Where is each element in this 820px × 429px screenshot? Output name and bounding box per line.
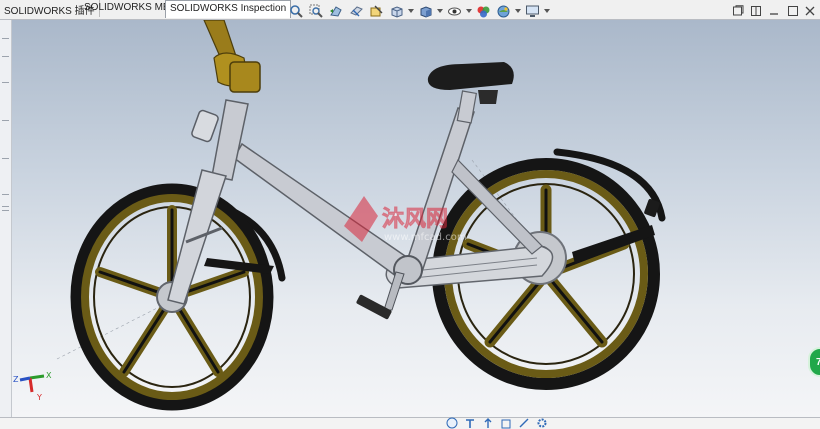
hide-show-dropdown[interactable]	[465, 3, 473, 20]
seat-post	[456, 90, 478, 124]
graphics-area[interactable]: 沐风网 www.mfcad.com	[12, 20, 820, 417]
dynamic-annotation-icon[interactable]	[367, 3, 386, 20]
head-tube	[211, 99, 249, 181]
assistant-badge[interactable]: 7	[808, 347, 820, 377]
stem-clamp-bolt	[229, 61, 261, 93]
display-style-icon[interactable]	[416, 3, 435, 20]
previous-view-icon[interactable]	[327, 3, 346, 20]
hand-icon[interactable]	[464, 417, 476, 429]
gear-icon[interactable]	[536, 417, 548, 429]
bicycle-model-view[interactable]: 沐风网 www.mfcad.com	[12, 20, 820, 417]
watermark-url: www.mfcad.com	[384, 232, 467, 243]
apply-scene-dropdown[interactable]	[514, 3, 522, 20]
minimize-icon[interactable]	[766, 3, 781, 18]
apply-scene-icon[interactable]	[494, 3, 513, 20]
reference-triad: Z Y X	[10, 358, 60, 406]
front-lamp	[191, 109, 219, 143]
maximize-icon[interactable]	[785, 3, 800, 18]
display-style-dropdown[interactable]	[436, 3, 444, 20]
restore-window-icon[interactable]	[730, 3, 745, 18]
zoom-to-fit-icon[interactable]	[287, 3, 306, 20]
triad-z-label: Z	[13, 375, 19, 384]
saddle	[427, 62, 514, 90]
splitter-grip-icon	[2, 206, 9, 207]
heads-up-view-toolbar	[287, 2, 551, 20]
triad-y-label: Y	[36, 393, 42, 402]
bottom-status-bar	[0, 417, 820, 429]
close-icon[interactable]	[802, 3, 817, 18]
view-orientation-icon[interactable]	[387, 3, 406, 20]
hide-show-icon[interactable]	[445, 3, 464, 20]
annotation-icon[interactable]	[518, 417, 530, 429]
triad-x-label: X	[46, 371, 52, 380]
assistant-badge-label: 7	[816, 356, 820, 368]
bottom-toolbar	[446, 417, 548, 429]
watermark-title: 沐风网	[382, 207, 448, 232]
section-view-icon[interactable]	[347, 3, 366, 20]
rotate-icon[interactable]	[482, 417, 494, 429]
sketch-icon[interactable]	[500, 417, 512, 429]
edit-appearance-icon[interactable]	[474, 3, 493, 20]
zoom-area-icon[interactable]	[307, 3, 326, 20]
tile-window-icon[interactable]	[748, 3, 763, 18]
command-manager-tab-bar: SOLIDWORKS 插件 SOLIDWORKS MBD SOLIDWORKS …	[0, 0, 820, 20]
model-view-icon[interactable]	[446, 417, 458, 429]
view-orientation-dropdown[interactable]	[407, 3, 415, 20]
view-settings-icon[interactable]	[523, 3, 542, 20]
tab-solidworks-inspection[interactable]: SOLIDWORKS Inspection	[165, 0, 292, 18]
view-settings-dropdown[interactable]	[543, 3, 551, 20]
